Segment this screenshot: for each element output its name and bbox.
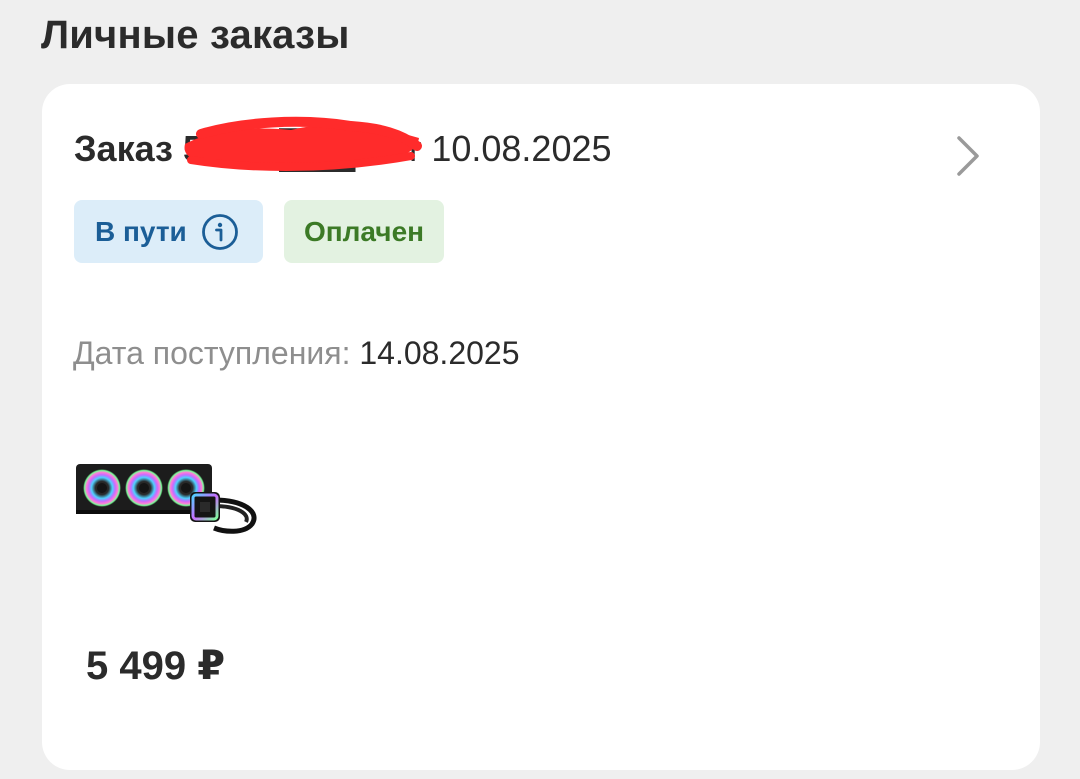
order-header: Заказ 5E-00███7 от 10.08.2025 [74, 116, 612, 171]
status-badge-paid: Оплачен [284, 200, 444, 263]
status-badge-in-transit[interactable]: В пути [74, 200, 263, 263]
order-price: 5 499 ₽ [86, 644, 226, 688]
status-label-in-transit: В пути [95, 215, 187, 247]
chevron-right-icon[interactable] [954, 134, 982, 178]
info-icon[interactable] [201, 213, 239, 251]
redaction-scribble [184, 116, 422, 171]
status-label-paid: Оплачен [303, 215, 425, 247]
order-prefix: Заказ [74, 128, 173, 169]
page-title: Личные заказы [41, 13, 350, 57]
order-number: 5E-00███7 [183, 116, 422, 171]
order-card[interactable]: Заказ 5E-00███7 от 10.08.2025 В пути Опл… [42, 84, 1040, 770]
delivery-label: Дата поступления: [73, 335, 351, 371]
product-image-liquid-cooler[interactable] [74, 460, 258, 540]
delivery-date: 14.08.2025 [359, 335, 520, 371]
delivery-date-row: Дата поступления: 14.08.2025 [73, 334, 520, 372]
